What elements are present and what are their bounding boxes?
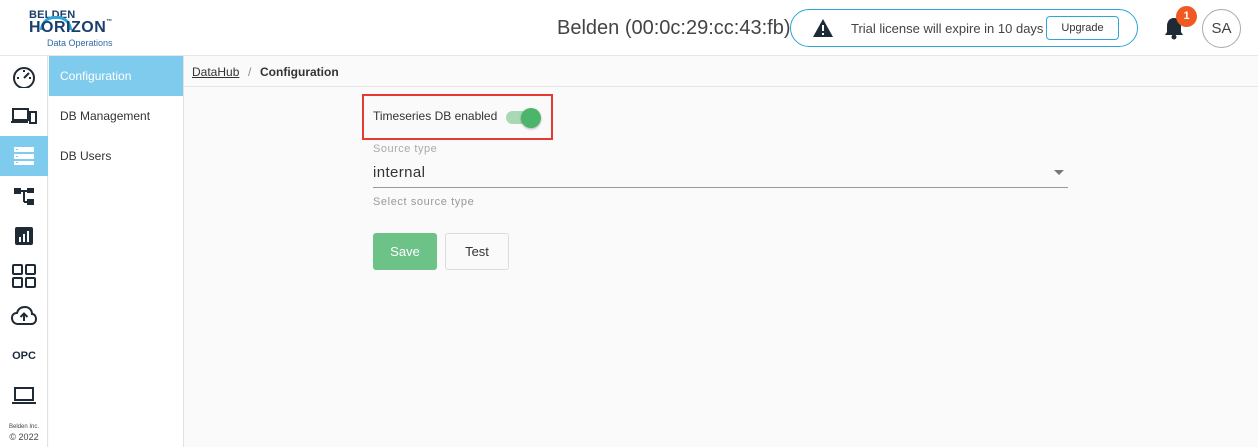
apps-grid-icon (12, 264, 36, 288)
rail-item-cloud-upload[interactable] (0, 296, 48, 336)
dropdown-caret-icon (1054, 170, 1064, 175)
timeseries-toggle[interactable] (504, 108, 542, 128)
devices-icon (11, 108, 37, 124)
save-button[interactable]: Save (373, 233, 437, 270)
logo-text-horizon: HORIZON™ (29, 19, 113, 36)
cloud-upload-icon (11, 306, 37, 325)
notification-badge: 1 (1176, 6, 1197, 27)
toggle-thumb (521, 108, 541, 128)
user-avatar[interactable]: SA (1202, 9, 1241, 48)
upgrade-button[interactable]: Upgrade (1046, 16, 1119, 40)
hierarchy-icon (14, 188, 34, 205)
license-banner: Trial license will expire in 10 days Upg… (790, 9, 1138, 47)
subnav-item-db-users[interactable]: DB Users (49, 136, 183, 176)
source-type-helper: Select source type (373, 196, 475, 208)
company-name: Belden Inc. (8, 424, 40, 430)
test-button[interactable]: Test (445, 233, 509, 270)
belden-horizon-logo[interactable]: BELDEN HORIZON™ Data Operations (29, 9, 129, 49)
rail-item-database[interactable] (0, 136, 48, 176)
rail-item-opc[interactable]: OPC (0, 336, 48, 376)
source-type-label: Source type (373, 143, 438, 155)
source-type-select[interactable]: internal (373, 158, 1068, 188)
opc-icon: OPC (12, 350, 36, 362)
rail-item-hierarchy[interactable] (0, 176, 48, 216)
logo-text-data-operations: Data Operations (47, 38, 113, 48)
dashboard-icon (13, 67, 35, 88)
rail-item-computer[interactable] (0, 376, 48, 416)
icon-rail: OPC Belden Inc. © 2022 (0, 56, 48, 447)
license-message: Trial license will expire in 10 days (851, 21, 1044, 36)
subnav-item-db-management[interactable]: DB Management (49, 96, 183, 136)
breadcrumb: DataHub / Configuration (184, 56, 1258, 87)
chart-icon (15, 227, 33, 245)
rail-item-dashboard[interactable] (0, 57, 48, 97)
sub-navigation: Configuration DB Management DB Users (49, 56, 184, 447)
breadcrumb-current: Configuration (260, 65, 339, 79)
copyright: Belden Inc. © 2022 (0, 422, 48, 442)
subnav-item-configuration[interactable]: Configuration (49, 56, 183, 96)
breadcrumb-separator: / (248, 65, 252, 79)
rail-item-devices[interactable] (0, 96, 48, 136)
device-title: Belden (00:0c:29:cc:43:fb) (557, 17, 791, 39)
laptop-icon (12, 387, 36, 404)
source-type-value: internal (373, 164, 426, 181)
rail-item-analytics[interactable] (0, 216, 48, 256)
timeseries-toggle-row: Timeseries DB enabled (362, 94, 553, 140)
database-icon (14, 147, 34, 165)
timeseries-label: Timeseries DB enabled (373, 109, 498, 123)
breadcrumb-link-datahub[interactable]: DataHub (192, 65, 239, 79)
warning-icon (813, 19, 833, 37)
rail-item-apps[interactable] (0, 256, 48, 296)
app-header: BELDEN HORIZON™ Data Operations Belden (… (0, 0, 1258, 56)
copyright-year: © 2022 (9, 432, 39, 442)
